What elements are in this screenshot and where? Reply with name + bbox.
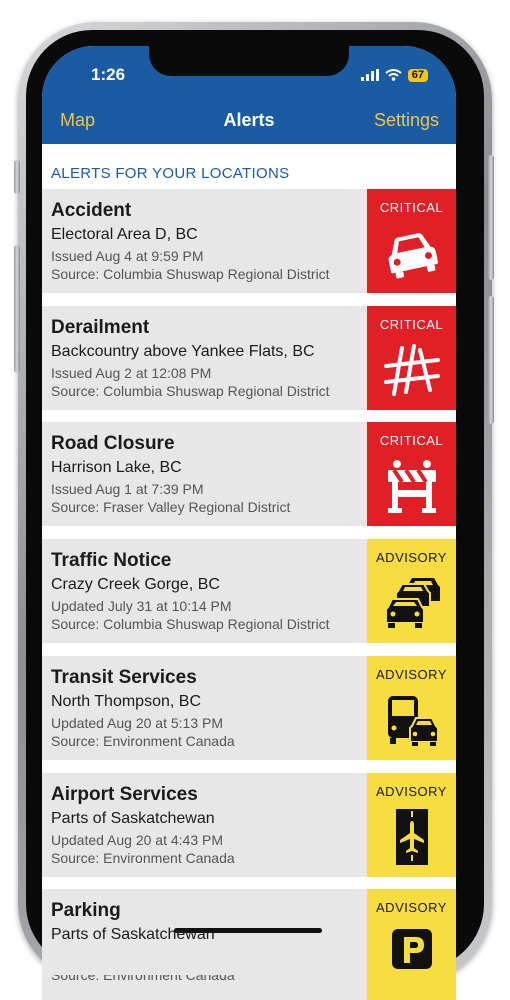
advisory-badge-edge xyxy=(367,975,456,1000)
parking-icon xyxy=(392,929,432,969)
signal-icon xyxy=(360,69,379,81)
alert-card-accident[interactable]: Accident Electoral Area D, BC Issued Aug… xyxy=(42,189,456,293)
advisory-badge: ADVISORY xyxy=(367,773,456,877)
alert-location: Electoral Area D, BC xyxy=(51,226,198,243)
traffic-cars-icon xyxy=(385,578,440,628)
advisory-badge: ADVISORY xyxy=(367,539,456,643)
alert-source: Source: Environment Canada xyxy=(51,850,235,866)
settings-button[interactable]: Settings xyxy=(374,110,439,131)
alert-location: Crazy Creek Gorge, BC xyxy=(51,576,220,593)
notch xyxy=(149,46,349,76)
alert-card-road-closure[interactable]: Road Closure Harrison Lake, BC Issued Au… xyxy=(42,422,456,526)
alert-level: CRITICAL xyxy=(379,433,444,448)
alert-title: Airport Services xyxy=(51,784,198,805)
alert-title: Traffic Notice xyxy=(51,550,172,571)
wifi-icon xyxy=(385,69,402,81)
alert-source: Source: Columbia Shuswap Regional Distri… xyxy=(51,266,330,282)
alert-level: ADVISORY xyxy=(376,784,447,799)
home-indicator[interactable] xyxy=(174,928,322,933)
derailment-icon xyxy=(384,344,440,396)
side-button-lower xyxy=(488,296,494,424)
alert-source: Source: Environment Canada xyxy=(51,733,235,749)
alert-card-airport-services[interactable]: Airport Services Parts of Saskatchewan U… xyxy=(42,773,456,877)
airplane-runway-icon xyxy=(396,809,428,865)
alert-source: Source: Environment Canada xyxy=(51,975,235,983)
alert-source: Source: Fraser Valley Regional District xyxy=(51,499,291,515)
alert-issued: Updated Aug 20 at 5:13 PM xyxy=(51,715,224,731)
section-title: ALERTS FOR YOUR LOCATIONS xyxy=(51,165,290,182)
alert-level: CRITICAL xyxy=(379,317,444,332)
advisory-badge: ADVISORY xyxy=(367,656,456,760)
advisory-badge: ADVISORY xyxy=(367,889,456,984)
alert-card-parking[interactable]: Parking Parts of Saskatchewan ADVISORY xyxy=(42,889,456,984)
alert-title: Accident xyxy=(51,200,132,221)
road-barrier-icon xyxy=(388,460,436,513)
alert-card-derailment[interactable]: Derailment Backcountry above Yankee Flat… xyxy=(42,306,456,410)
status-icons: 67 xyxy=(360,68,428,82)
alert-level: CRITICAL xyxy=(379,200,444,215)
alert-issued: Issued Aug 2 at 12:08 PM xyxy=(51,365,212,381)
alert-level: ADVISORY xyxy=(376,550,447,565)
alert-issued: Updated Aug 20 at 4:43 PM xyxy=(51,832,224,848)
car-crash-icon xyxy=(388,233,439,279)
alert-source: Source: Columbia Shuswap Regional Distri… xyxy=(51,616,330,632)
alert-location: Parts of Saskatchewan xyxy=(51,810,215,827)
alert-title: Derailment xyxy=(51,317,150,338)
side-button xyxy=(488,155,494,280)
alert-location: North Thompson, BC xyxy=(51,693,201,710)
critical-badge: CRITICAL xyxy=(367,306,456,410)
volume-buttons xyxy=(14,245,20,373)
alert-source: Source: Columbia Shuswap Regional Distri… xyxy=(51,383,330,399)
alert-location: Harrison Lake, BC xyxy=(51,459,182,476)
alert-title: Transit Services xyxy=(51,667,197,688)
critical-badge: CRITICAL xyxy=(367,189,456,293)
alert-title: Parking xyxy=(51,900,121,921)
alert-title: Road Closure xyxy=(51,433,175,454)
alert-level: ADVISORY xyxy=(376,900,447,915)
alert-issued: Issued Aug 1 at 7:39 PM xyxy=(51,481,204,497)
critical-badge: CRITICAL xyxy=(367,422,456,526)
alert-card-transit-services[interactable]: Transit Services North Thompson, BC Upda… xyxy=(42,656,456,760)
overflow-card-strip: Source: Environment Canada xyxy=(42,975,456,1000)
mute-switch xyxy=(14,160,20,194)
alert-card-traffic-notice[interactable]: Traffic Notice Crazy Creek Gorge, BC Upd… xyxy=(42,539,456,643)
alert-location: Backcountry above Yankee Flats, BC xyxy=(51,343,315,360)
bus-car-icon xyxy=(388,696,439,746)
status-time: 1:26 xyxy=(91,65,126,84)
alert-issued: Updated July 31 at 10:14 PM xyxy=(51,598,232,614)
app-screen: 1:26 67 Map Alerts Settings ALERTS FOR Y… xyxy=(42,46,456,984)
battery-icon: 67 xyxy=(407,68,428,82)
alert-level: ADVISORY xyxy=(376,667,447,682)
app-header: 1:26 67 Map Alerts Settings xyxy=(42,46,456,144)
alert-issued: Issued Aug 4 at 9:59 PM xyxy=(51,248,204,264)
